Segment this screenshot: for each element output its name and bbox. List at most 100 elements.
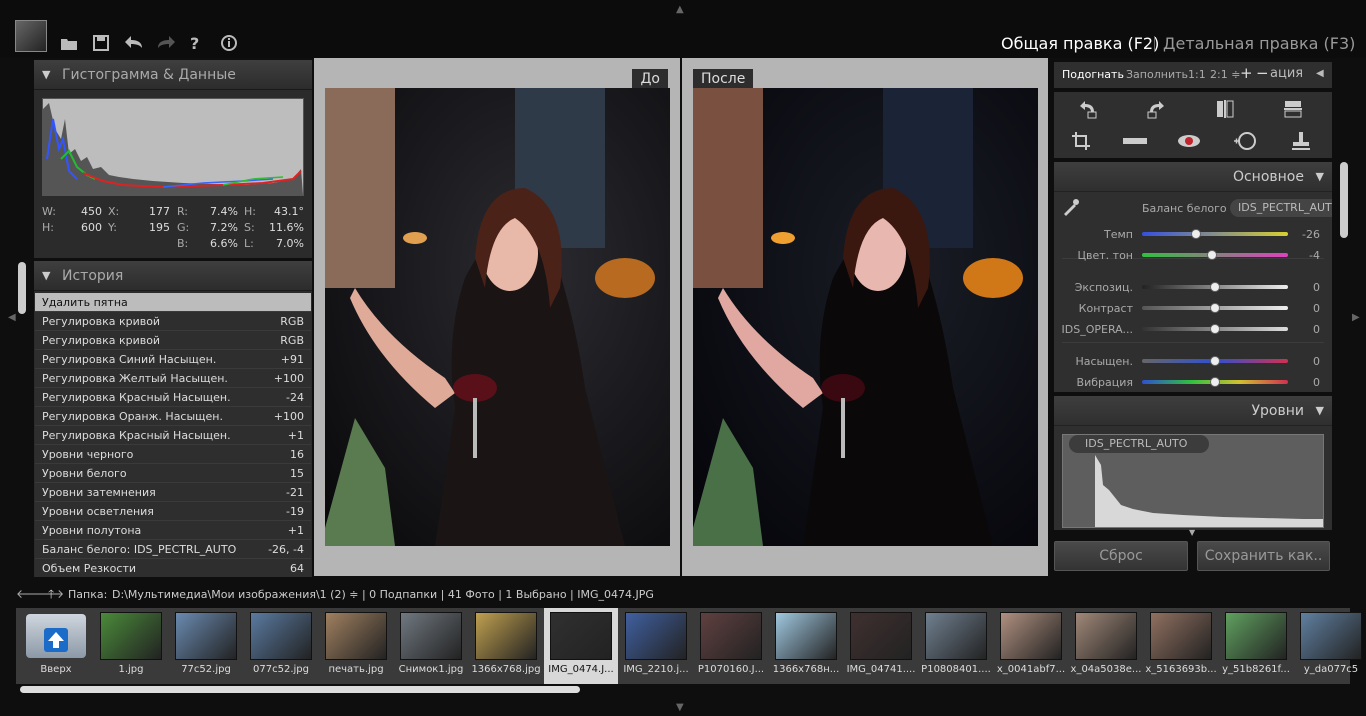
slider-knob[interactable] xyxy=(1210,282,1220,292)
list-item[interactable]: Уровни черного 16 xyxy=(35,445,311,464)
thumbnail[interactable]: 1366x768н... xyxy=(769,608,843,684)
thumbnail[interactable]: x_04a5038e... xyxy=(1069,608,1143,684)
zoom-2-1-button[interactable]: 2:1 ≑ xyxy=(1210,68,1240,81)
tools-panel xyxy=(1054,92,1332,158)
redo-icon[interactable] xyxy=(156,34,176,54)
up-arrow-icon[interactable]: 🡑 xyxy=(48,585,54,606)
eyedropper-icon[interactable] xyxy=(1062,198,1080,216)
red-eye-icon[interactable] xyxy=(1174,126,1204,156)
slider-knob[interactable] xyxy=(1210,356,1220,366)
clone-stamp-icon[interactable] xyxy=(1286,126,1316,156)
crop-icon[interactable] xyxy=(1066,126,1096,156)
thumbnail-image xyxy=(1300,612,1362,660)
flip-icon[interactable] xyxy=(1210,94,1240,124)
basic-panel-header[interactable]: Основное ▼ xyxy=(1054,162,1332,192)
spot-healing-icon[interactable] xyxy=(1230,126,1260,156)
thumbnail[interactable]: IMG_2210.j... xyxy=(619,608,693,684)
thumbnail-image xyxy=(625,612,687,660)
thumbnail[interactable]: P10808401.... xyxy=(919,608,993,684)
list-item[interactable]: Удалить пятна xyxy=(35,293,311,312)
thumbnail[interactable]: 77c52.jpg xyxy=(169,608,243,684)
info-icon[interactable] xyxy=(220,34,240,54)
fit-button[interactable]: Подогнать xyxy=(1062,68,1124,81)
fill-button[interactable]: Заполнить xyxy=(1126,68,1188,81)
thumbnail[interactable]: P1070160.J... xyxy=(694,608,768,684)
right-scrollbar[interactable] xyxy=(1340,162,1348,238)
slider-knob[interactable] xyxy=(1210,324,1220,334)
thumbnail[interactable]: 077c52.jpg xyxy=(244,608,318,684)
tab-general-edit[interactable]: Общая правка (F2) xyxy=(1001,34,1159,53)
status-bar: 🡐 🡒 🡑 Папка: D:\Мультимедиа\Мои изображе… xyxy=(0,583,1366,605)
rotate-left-icon[interactable] xyxy=(1072,94,1102,124)
list-item[interactable]: Уровни полутона +1 xyxy=(35,521,311,540)
list-item[interactable]: Объем Резкости 64 xyxy=(35,559,311,577)
wb-preset-select[interactable]: IDS_PECTRL_AUTO xyxy=(1230,199,1332,217)
app-logo[interactable] xyxy=(15,20,47,52)
levels-histogram: IDS_PECTRL_AUTO xyxy=(1062,434,1324,528)
collapse-top-arrow-icon[interactable]: ▲ xyxy=(676,4,684,15)
list-item[interactable]: Регулировка Красный Насыщен. +1 xyxy=(35,426,311,445)
list-item[interactable]: Регулировка кривой RGB xyxy=(35,331,311,350)
list-item[interactable]: Баланс белого: IDS_PECTRL_AUTO -26, -4 xyxy=(35,540,311,559)
reset-button[interactable]: Сброс xyxy=(1054,541,1188,571)
folder-up-button[interactable]: Вверх xyxy=(18,608,94,684)
list-item[interactable]: Регулировка Желтый Насыщен. +100 xyxy=(35,369,311,388)
after-photo[interactable] xyxy=(693,88,1038,546)
collapse-right-arrow-icon[interactable]: ▶ xyxy=(1352,312,1360,323)
thumbnail[interactable]: IMG_0474.J... xyxy=(544,608,618,684)
thumbnail[interactable]: x_5163693b... xyxy=(1144,608,1218,684)
slider-knob[interactable] xyxy=(1210,303,1220,313)
save-icon[interactable] xyxy=(92,34,112,54)
straighten-icon[interactable] xyxy=(1120,126,1150,156)
collapse-bottom-arrow-icon[interactable]: ▼ xyxy=(676,702,684,713)
list-item[interactable]: Уровни белого 15 xyxy=(35,464,311,483)
zoom-out-button[interactable]: − xyxy=(1256,64,1269,82)
filmstrip-scrollbar[interactable] xyxy=(20,686,580,693)
levels-preset-select[interactable]: IDS_PECTRL_AUTO xyxy=(1069,435,1209,453)
slider-knob[interactable] xyxy=(1191,229,1202,239)
flip-vertical-icon[interactable] xyxy=(1278,94,1308,124)
thumbnail[interactable]: y_51b8261f... xyxy=(1219,608,1293,684)
histogram-panel-header[interactable]: ▼ Гистограмма & Данные xyxy=(34,60,312,90)
list-item[interactable]: Уровни осветления -19 xyxy=(35,502,311,521)
view-option-truncated[interactable]: ация xyxy=(1270,66,1303,81)
folder-path[interactable]: D:\Мультимедиа\Мои изображения\1 (2) ≑ |… xyxy=(112,588,654,601)
thumbnail-label: Снимок1.jpg xyxy=(398,664,464,675)
slider-track[interactable] xyxy=(1142,232,1288,236)
thumbnail[interactable]: печать.jpg xyxy=(319,608,393,684)
collapse-left-arrow-icon[interactable]: ◀ xyxy=(8,312,16,323)
save-as-button[interactable]: Сохранить как.. xyxy=(1197,541,1330,571)
list-item[interactable]: Регулировка Синий Насыщен. +91 xyxy=(35,350,311,369)
undo-icon[interactable] xyxy=(124,34,144,54)
list-item[interactable]: Регулировка Красный Насыщен. -24 xyxy=(35,388,311,407)
collapse-triangle-icon: ▼ xyxy=(42,68,51,81)
list-item[interactable]: Регулировка кривой RGB xyxy=(35,312,311,331)
basic-panel: Основное ▼ Баланс белого IDS_PECTRL_AUTO… xyxy=(1054,162,1332,392)
zoom-in-button[interactable]: + xyxy=(1240,64,1253,82)
thumbnail[interactable]: 1366x768.jpg xyxy=(469,608,543,684)
collapse-triangle-icon[interactable]: ◀ xyxy=(1316,68,1324,79)
help-icon[interactable]: ? xyxy=(190,34,210,54)
histogram-chart xyxy=(42,98,304,196)
expand-down-arrow-icon[interactable]: ▼ xyxy=(1189,528,1195,537)
before-photo[interactable] xyxy=(325,88,670,546)
slider-value: 0 xyxy=(1313,355,1320,368)
list-item[interactable]: Уровни затемнения -21 xyxy=(35,483,311,502)
zoom-1-1-button[interactable]: 1:1 xyxy=(1188,68,1206,81)
thumbnail[interactable]: Снимок1.jpg xyxy=(394,608,468,684)
rotate-right-icon[interactable] xyxy=(1142,94,1172,124)
thumbnail[interactable]: IMG_04741.... xyxy=(844,608,918,684)
thumbnail[interactable]: x_0041abf7... xyxy=(994,608,1068,684)
thumbnail[interactable]: y_da077c5 xyxy=(1294,608,1366,684)
left-scrollbar[interactable] xyxy=(18,262,26,314)
tab-detail-edit[interactable]: Детальная правка (F3) xyxy=(1163,34,1355,53)
thumbnail-image xyxy=(1075,612,1137,660)
open-folder-icon[interactable] xyxy=(60,34,80,54)
slider-knob[interactable] xyxy=(1210,377,1220,387)
history-panel-header[interactable]: ▼ История xyxy=(34,261,312,291)
stat-l-label: L: xyxy=(244,237,254,250)
thumbnail[interactable]: 1.jpg xyxy=(94,608,168,684)
levels-panel-header[interactable]: Уровни ▼ xyxy=(1054,396,1332,426)
list-item[interactable]: Регулировка Оранж. Насыщен. +100 xyxy=(35,407,311,426)
stat-g: 7.2% xyxy=(210,221,238,234)
